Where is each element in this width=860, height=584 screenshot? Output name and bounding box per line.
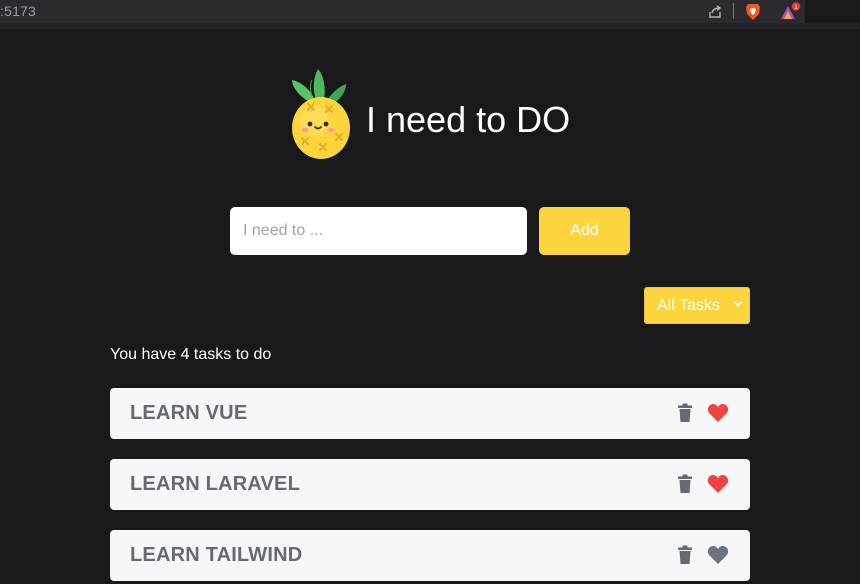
task-item: LEARN VUE: [110, 388, 750, 439]
trash-icon[interactable]: [677, 545, 693, 565]
browser-toolbar: :5173 1: [0, 0, 805, 23]
task-name: LEARN TAILWIND: [130, 544, 303, 566]
filter-selected-value: All Tasks: [657, 296, 720, 314]
task-item: LEARN LARAVEL: [110, 459, 750, 510]
task-count-summary: You have 4 tasks to do: [110, 346, 272, 363]
add-button[interactable]: Add: [539, 207, 630, 255]
task-filter-select[interactable]: All Tasks: [644, 287, 750, 324]
heart-icon[interactable]: [707, 545, 729, 565]
heart-icon[interactable]: [707, 403, 729, 423]
rewards-badge-count: 1: [794, 4, 798, 11]
heart-icon[interactable]: [707, 474, 729, 494]
task-item: LEARN TAILWIND: [110, 530, 750, 581]
trash-icon[interactable]: [677, 403, 693, 423]
chevron-down-icon: [733, 301, 743, 307]
task-input[interactable]: [230, 207, 527, 255]
pineapple-icon: [292, 69, 350, 159]
app-header: I need to DO: [288, 66, 588, 162]
toolbar-divider: [733, 3, 734, 19]
share-icon[interactable]: [706, 2, 724, 21]
app-title: I need to DO: [366, 99, 571, 140]
brave-rewards-icon[interactable]: 1: [778, 2, 802, 21]
task-name: LEARN LARAVEL: [130, 473, 301, 495]
address-bar-url[interactable]: :5173: [0, 3, 36, 19]
task-name: LEARN VUE: [130, 402, 248, 424]
toolbar-shadow: [0, 23, 860, 29]
trash-icon[interactable]: [677, 474, 693, 494]
brave-shield-icon[interactable]: [744, 2, 762, 21]
